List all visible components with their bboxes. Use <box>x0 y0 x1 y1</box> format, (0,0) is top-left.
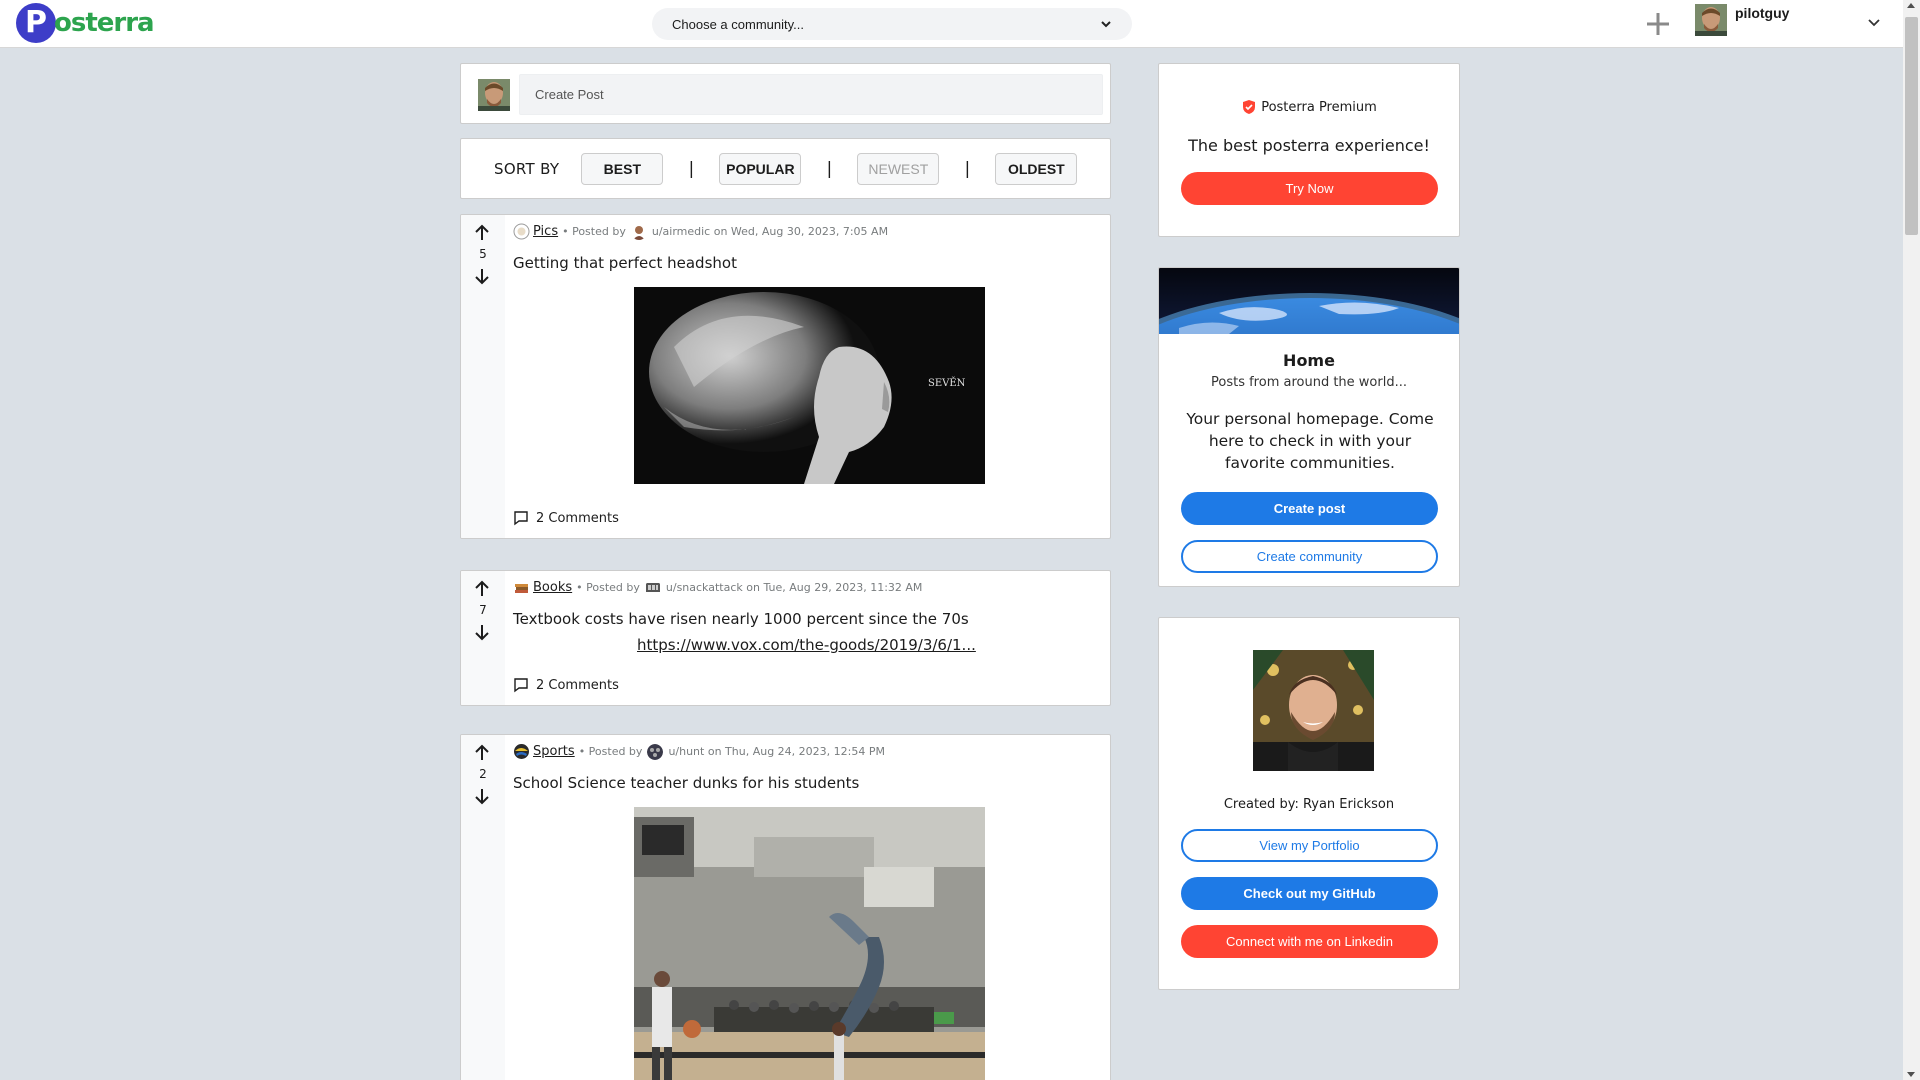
downvote-arrow-icon[interactable] <box>473 623 491 641</box>
upvote-arrow-icon[interactable] <box>473 580 491 598</box>
scrollbar-thumb[interactable] <box>1905 17 1918 235</box>
post-meta: Books • Posted by u/snackattack on Tue, … <box>513 579 922 596</box>
comment-icon <box>514 678 528 693</box>
author-and-date[interactable]: u/airmedic on Wed, Aug 30, 2023, 7:05 AM <box>652 225 888 238</box>
community-link[interactable]: Pics <box>533 224 558 239</box>
vote-column: 2 <box>461 735 505 1080</box>
creator-credit: Created by: Ryan Erickson <box>1223 797 1395 812</box>
books-community-icon <box>515 584 528 593</box>
create-post-input[interactable]: Create Post <box>519 74 1103 115</box>
github-button[interactable]: Check out my GitHub <box>1181 877 1438 910</box>
author-and-date[interactable]: u/snackattack on Tue, Aug 29, 2023, 11:3… <box>666 581 923 594</box>
scroll-down-arrow-icon[interactable] <box>1907 1072 1915 1077</box>
username[interactable]: pilotguy <box>1735 5 1789 21</box>
chevron-down-icon[interactable] <box>1867 15 1881 29</box>
home-subtitle: Posts from around the world... <box>1211 375 1407 390</box>
sort-label: SORT BY <box>494 159 560 178</box>
create-post-card: Create Post <box>460 63 1111 124</box>
community-select[interactable]: Choose a community... <box>652 8 1132 40</box>
comments-count: 2 Comments <box>536 677 619 693</box>
creator-card: Created by: Ryan Erickson View my Portfo… <box>1158 617 1460 990</box>
chevron-down-icon <box>1101 21 1111 28</box>
community-link[interactable]: Books <box>533 580 572 595</box>
vote-count: 5 <box>479 247 487 261</box>
post-meta: Sports • Posted by u/hunt on Thu, Aug 24… <box>513 743 885 760</box>
vote-column: 7 <box>461 571 505 705</box>
community-link[interactable]: Sports <box>533 744 575 759</box>
vote-column: 5 <box>461 215 505 538</box>
post-title[interactable]: Textbook costs have risen nearly 1000 pe… <box>513 610 969 628</box>
create-community-button[interactable]: Create community <box>1181 540 1438 573</box>
avatar[interactable] <box>1695 4 1727 36</box>
post-title[interactable]: Getting that perfect headshot <box>513 254 737 272</box>
premium-title: Posterra Premium <box>1159 99 1459 115</box>
posterra-logo[interactable]: P osterra <box>16 2 155 44</box>
sort-popular-button[interactable]: POPULAR <box>719 152 802 185</box>
sort-separator: | <box>688 158 695 179</box>
sort-separator: | <box>964 158 971 179</box>
posted-by-label: • Posted by <box>578 745 643 758</box>
posted-by-label: • Posted by <box>562 225 626 238</box>
sports-community-icon <box>514 744 529 759</box>
post-external-link[interactable]: https://www.vox.com/the-goods/2019/3/6/1… <box>637 636 976 654</box>
basketball-gym-image <box>634 807 985 1080</box>
post-meta: Pics • Posted by u/airmedic on Wed, Aug … <box>513 223 888 240</box>
create-post-button[interactable]: Create post <box>1181 492 1438 525</box>
vote-count: 2 <box>479 767 487 781</box>
comments-link[interactable]: 2 Comments <box>513 510 619 526</box>
post-card[interactable]: 5 Pics • Posted by u/airmedic on Wed, Au… <box>460 214 1111 539</box>
avatar <box>478 79 510 111</box>
logo-wordmark: osterra <box>54 8 155 38</box>
post-image[interactable]: SEVĚN <box>634 287 985 484</box>
creator-photo <box>1253 650 1374 771</box>
post-image[interactable] <box>634 807 985 1080</box>
author-avatar <box>644 579 661 596</box>
view-portfolio-button[interactable]: View my Portfolio <box>1181 829 1438 862</box>
post-card[interactable]: 7 Books • Posted by u/snackattack on Tue… <box>460 570 1111 706</box>
upvote-arrow-icon[interactable] <box>473 744 491 762</box>
comment-icon <box>514 511 528 526</box>
scrollbar[interactable] <box>1903 0 1920 1080</box>
shield-icon <box>1243 100 1256 114</box>
premium-card: Posterra Premium The best posterra exper… <box>1158 63 1460 237</box>
earth-banner-image <box>1159 268 1459 334</box>
sort-oldest-button[interactable]: OLDEST <box>995 152 1078 185</box>
author-and-date[interactable]: u/hunt on Thu, Aug 24, 2023, 12:54 PM <box>668 745 885 758</box>
home-title: Home <box>1283 351 1335 370</box>
logo-initial: P <box>16 3 56 43</box>
comments-link[interactable]: 2 Comments <box>513 677 619 693</box>
home-description: Your personal homepage. Come here to che… <box>1186 410 1434 472</box>
author-avatar <box>630 223 647 240</box>
comments-count: 2 Comments <box>536 510 619 526</box>
image-watermark: SEVĚN <box>928 378 966 389</box>
post-card[interactable]: 2 Sports • Posted by u/hunt on Thu, Aug … <box>460 734 1111 1080</box>
premium-title-text: Posterra Premium <box>1261 99 1377 115</box>
sort-bar: SORT BY BEST | POPULAR | NEWEST | OLDEST <box>460 138 1111 199</box>
community-select-value: Choose a community... <box>672 16 804 32</box>
vote-count: 7 <box>479 603 487 617</box>
downvote-arrow-icon[interactable] <box>473 787 491 805</box>
posted-by-label: • Posted by <box>576 581 640 594</box>
home-card: Home Posts from around the world... Your… <box>1158 267 1460 587</box>
plus-icon[interactable] <box>1644 10 1672 38</box>
scroll-up-arrow-icon[interactable] <box>1907 3 1915 8</box>
post-title[interactable]: School Science teacher dunks for his stu… <box>513 774 859 792</box>
sort-newest-button[interactable]: NEWEST <box>857 152 940 185</box>
premium-subtitle: The best posterra experience! <box>1188 136 1430 155</box>
linkedin-button[interactable]: Connect with me on Linkedin <box>1181 925 1438 958</box>
upvote-arrow-icon[interactable] <box>473 224 491 242</box>
sort-separator: | <box>826 158 833 179</box>
author-avatar <box>647 743 664 760</box>
try-now-button[interactable]: Try Now <box>1181 172 1438 205</box>
sort-best-button[interactable]: BEST <box>581 152 664 185</box>
community-icon <box>513 223 530 240</box>
downvote-arrow-icon[interactable] <box>473 267 491 285</box>
top-header: P osterra Choose a community... pilotguy <box>0 0 1903 48</box>
